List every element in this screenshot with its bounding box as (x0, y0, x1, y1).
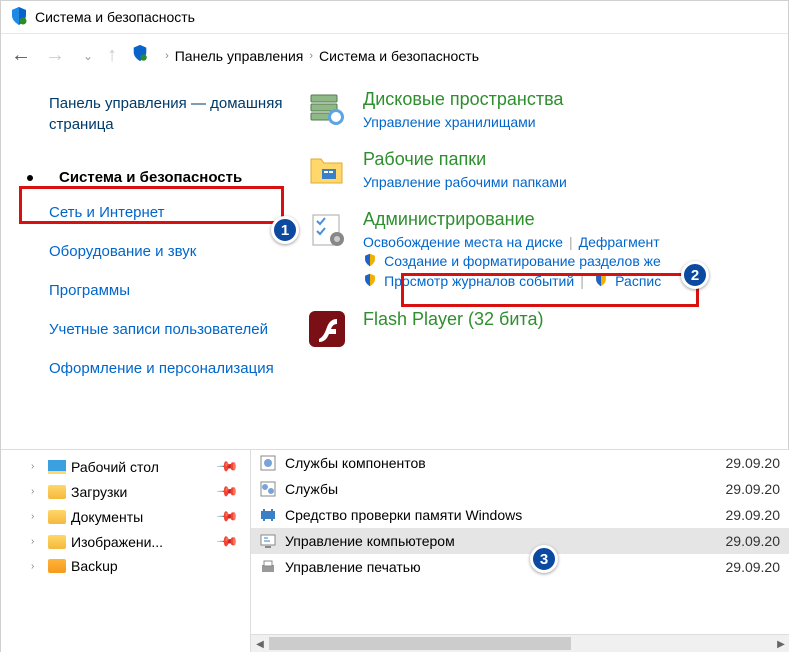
sidebar-item-accounts[interactable]: Учетные записи пользователей (49, 319, 301, 340)
bullet-icon (27, 175, 33, 181)
file-name: Службы (285, 481, 718, 497)
flash-player-link[interactable]: Flash Player (32 бита) (363, 309, 543, 330)
defrag-link[interactable]: Дефрагмент (579, 234, 660, 250)
tree-item-label: Загрузки (71, 484, 127, 500)
file-row-selected[interactable]: Управление компьютером 29.09.20 (251, 528, 789, 554)
pin-icon[interactable]: 📌 (215, 529, 239, 553)
file-date: 29.09.20 (726, 507, 783, 523)
sidebar-item-programs[interactable]: Программы (49, 280, 301, 301)
sidebar-item-current[interactable]: Система и безопасность (49, 163, 252, 192)
file-name: Управление печатью (285, 559, 718, 575)
annotation-badge-2: 2 (681, 261, 709, 289)
file-date: 29.09.20 (726, 481, 783, 497)
back-button[interactable]: ← (11, 44, 31, 67)
file-date: 29.09.20 (726, 559, 783, 575)
chevron-right-icon[interactable]: › (165, 50, 169, 62)
navigation-bar: ← → ⌄ ↑ › Панель управления › Система и … (1, 33, 788, 77)
breadcrumb: › Панель управления › Система и безопасн… (165, 48, 479, 64)
memory-test-icon (259, 506, 277, 524)
tree-item-label: Изображени... (71, 534, 163, 550)
shield-icon (594, 273, 608, 291)
sidebar-current-label: Система и безопасность (59, 169, 242, 186)
annotation-badge-3: 3 (530, 545, 558, 573)
shield-icon (9, 6, 29, 29)
scroll-track[interactable] (269, 635, 772, 652)
content-pane: Дисковые пространства Управление хранили… (301, 77, 788, 449)
create-partition-link[interactable]: Создание и форматирование разделов же (384, 253, 661, 269)
chevron-right-icon: › (31, 536, 43, 547)
tree-item-label: Backup (71, 558, 118, 574)
breadcrumb-category[interactable]: Система и безопасность (319, 48, 479, 64)
chevron-right-icon: › (31, 561, 43, 572)
chevron-right-icon[interactable]: › (309, 50, 313, 62)
pin-icon[interactable]: 📌 (215, 504, 239, 528)
computer-management-icon (259, 532, 277, 550)
scroll-thumb[interactable] (269, 637, 571, 650)
folder-icon (48, 559, 66, 573)
sidebar-item-home[interactable]: Панель управления — домашняя страница (49, 93, 301, 135)
shield-icon (363, 273, 377, 291)
horizontal-scrollbar[interactable]: ◀ ▶ (251, 634, 789, 652)
schedule-link[interactable]: Распис (615, 273, 661, 289)
scroll-left-icon[interactable]: ◀ (251, 635, 269, 653)
window-title: Система и безопасность (35, 9, 195, 25)
manage-storage-link[interactable]: Управление хранилищами (363, 114, 536, 130)
scroll-right-icon[interactable]: ▶ (772, 635, 789, 653)
file-row[interactable]: Службы компонентов 29.09.20 (251, 450, 789, 476)
storage-spaces-icon (307, 89, 347, 129)
window-title-bar: Система и безопасность (1, 1, 788, 33)
breadcrumb-control-panel[interactable]: Панель управления (175, 48, 304, 64)
up-button[interactable]: ↑ (107, 44, 117, 67)
file-name: Управление компьютером (285, 533, 718, 549)
annotation-badge-1: 1 (271, 216, 299, 244)
file-row[interactable]: Средство проверки памяти Windows 29.09.2… (251, 502, 789, 528)
history-dropdown-icon[interactable]: ⌄ (83, 49, 93, 63)
sidebar-item-hardware[interactable]: Оборудование и звук (49, 241, 301, 262)
sidebar: Панель управления — домашняя страница Си… (1, 77, 301, 449)
chevron-right-icon: › (31, 461, 43, 472)
manage-work-folders-link[interactable]: Управление рабочими папками (363, 174, 567, 190)
shield-icon (131, 44, 149, 67)
file-date: 29.09.20 (726, 455, 783, 471)
tree-item-documents[interactable]: › Документы 📌 (29, 504, 250, 529)
disk-cleanup-link[interactable]: Освобождение места на диске (363, 234, 563, 250)
file-date: 29.09.20 (726, 533, 783, 549)
pin-icon[interactable]: 📌 (215, 454, 239, 478)
tree-item-backup[interactable]: › Backup (29, 554, 250, 578)
folder-icon (48, 485, 66, 499)
print-management-icon (259, 558, 277, 576)
work-folders-icon (307, 149, 347, 189)
shield-icon (363, 253, 377, 271)
forward-button[interactable]: → (45, 44, 65, 67)
tree-item-label: Рабочий стол (71, 459, 159, 475)
admin-tools-icon (307, 209, 347, 249)
event-log-link[interactable]: Просмотр журналов событий (384, 273, 574, 289)
tree-item-desktop[interactable]: › Рабочий стол 📌 (29, 454, 250, 479)
file-row[interactable]: Службы 29.09.20 (251, 476, 789, 502)
tree-item-label: Документы (71, 509, 143, 525)
pin-icon[interactable]: 📌 (215, 479, 239, 503)
tree-item-downloads[interactable]: › Загрузки 📌 (29, 479, 250, 504)
sidebar-item-appearance[interactable]: Оформление и персонализация (49, 358, 301, 379)
desktop-icon (48, 460, 66, 474)
folder-tree: › Рабочий стол 📌 › Загрузки 📌 › Документ… (1, 450, 251, 652)
folder-icon (48, 535, 66, 549)
sidebar-item-network[interactable]: Сеть и Интернет (49, 202, 301, 223)
storage-spaces-link[interactable]: Дисковые пространства (363, 89, 563, 110)
file-row[interactable]: Управление печатью 29.09.20 (251, 554, 789, 580)
file-name: Средство проверки памяти Windows (285, 507, 718, 523)
explorer-window: › Рабочий стол 📌 › Загрузки 📌 › Документ… (1, 449, 789, 652)
chevron-right-icon: › (31, 486, 43, 497)
services-icon (259, 480, 277, 498)
admin-tools-link[interactable]: Администрирование (363, 209, 535, 230)
file-list: Службы компонентов 29.09.20 Службы 29.09… (251, 450, 789, 652)
tree-item-images[interactable]: › Изображени... 📌 (29, 529, 250, 554)
folder-icon (48, 510, 66, 524)
chevron-right-icon: › (31, 511, 43, 522)
flash-player-icon (307, 309, 347, 349)
services-icon (259, 454, 277, 472)
file-name: Службы компонентов (285, 455, 718, 471)
work-folders-link[interactable]: Рабочие папки (363, 149, 486, 170)
